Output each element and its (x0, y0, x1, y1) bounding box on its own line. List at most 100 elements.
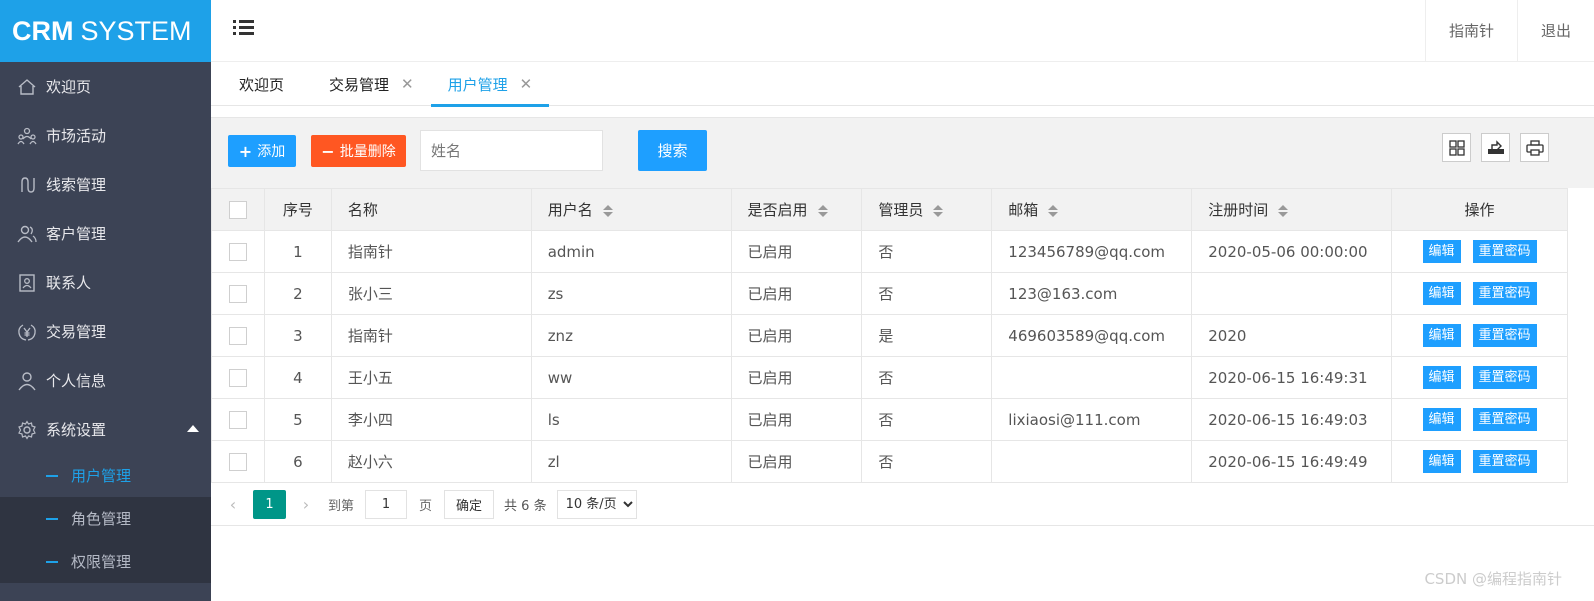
sidebar-item-label: 市场活动 (46, 127, 107, 145)
row-checkbox[interactable] (228, 326, 247, 345)
row-select-cell (211, 314, 265, 357)
row-checkbox[interactable] (228, 368, 247, 387)
top-header: 指南针 退出 (211, 0, 1594, 62)
cell-name: 李小四 (330, 398, 532, 441)
goto-confirm-button[interactable]: 确定 (444, 489, 495, 519)
header-label: 是否启用 (747, 201, 808, 219)
header-username[interactable]: 用户名 (530, 188, 732, 231)
table-row: 3 指南针 znz 已启用是 469603589@qq.com 2020 编辑 重置密码 (211, 314, 1568, 357)
header-reg-time[interactable]: 注册时间 (1191, 188, 1393, 231)
tab-user-management[interactable]: 用户管理 ✕ (430, 62, 550, 107)
cell-reg-time: 2020 (1191, 314, 1393, 357)
cell-actions: 编辑 重置密码 (1391, 398, 1568, 441)
sort-icon[interactable] (933, 204, 944, 217)
reset-password-button[interactable]: 重置密码 (1472, 240, 1537, 263)
cell-email: lixiaosi@111.com (991, 398, 1193, 441)
current-page-button[interactable]: 1 (253, 489, 286, 519)
batch-delete-button[interactable]: − 批量删除 (311, 135, 406, 167)
close-icon[interactable]: ✕ (520, 75, 533, 93)
add-button[interactable]: + 添加 (228, 135, 296, 167)
cell-username: znz (530, 314, 732, 357)
pagination: ‹ 1 › 到第 页 确定 共 6 条 10 条/页 (211, 482, 637, 526)
app-logo[interactable]: CRM SYSTEM (0, 0, 211, 62)
logout-link[interactable]: 退出 (1516, 0, 1594, 61)
sidebar-item-label: 客户管理 (46, 225, 107, 243)
row-checkbox[interactable] (228, 452, 247, 471)
goto-page-input[interactable] (365, 489, 408, 519)
sidebar-subitem-user-management[interactable]: 用户管理 (0, 454, 211, 497)
sidebar-subitem-role-management[interactable]: 角色管理 (0, 497, 211, 540)
menu-toggle-icon[interactable] (233, 19, 254, 37)
sidebar-subitem-label: 用户管理 (71, 467, 132, 485)
sort-icon[interactable] (817, 204, 828, 217)
sidebar-item-contacts[interactable]: 联系人 (0, 258, 211, 307)
edit-button[interactable]: 编辑 (1422, 366, 1461, 389)
sidebar-item-customers[interactable]: 客户管理 (0, 209, 211, 258)
dash-icon (46, 560, 58, 563)
tab-welcome[interactable]: 欢迎页 (211, 62, 312, 106)
next-page-icon[interactable]: › (296, 495, 316, 514)
header-label: 注册时间 (1208, 201, 1269, 219)
search-button[interactable]: 搜索 (638, 130, 707, 171)
cell-num: 5 (263, 398, 332, 441)
select-all-checkbox[interactable] (228, 200, 247, 219)
sidebar-subitem-permission-management[interactable]: 权限管理 (0, 540, 211, 583)
home-icon (16, 76, 38, 98)
reset-password-button[interactable]: 重置密码 (1472, 282, 1537, 305)
sidebar-item-deals[interactable]: 交易管理 (0, 307, 211, 356)
sidebar-item-label: 线索管理 (46, 176, 107, 194)
reset-password-button[interactable]: 重置密码 (1472, 324, 1537, 347)
cell-name: 指南针 (330, 230, 532, 273)
edit-button[interactable]: 编辑 (1422, 282, 1461, 305)
tab-label: 交易管理 (329, 75, 390, 94)
header-admin[interactable]: 管理员 (861, 188, 993, 231)
row-checkbox[interactable] (228, 410, 247, 429)
cell-email: 469603589@qq.com (991, 314, 1193, 357)
sidebar-item-settings[interactable]: 系统设置 (0, 405, 211, 454)
row-checkbox[interactable] (228, 284, 247, 303)
sidebar-item-welcome[interactable]: 欢迎页 (0, 62, 211, 111)
current-user-link[interactable]: 指南针 (1424, 0, 1517, 61)
table-row: 5 李小四 ls 已启用否 lixiaosi@111.com 2020-06-15 16:… (211, 398, 1568, 441)
cell-name: 赵小六 (330, 440, 532, 483)
tab-deals[interactable]: 交易管理 ✕ (312, 62, 431, 106)
cell-admin: 是 (861, 314, 993, 357)
main-content: + 添加 − 批量删除 搜索 序号 名称 用户名 是否启用 管理员 (211, 117, 1594, 526)
export-icon[interactable] (1481, 133, 1510, 162)
cell-enabled: 已启用 (730, 230, 863, 273)
reset-password-button[interactable]: 重置密码 (1472, 408, 1537, 431)
gear-icon (16, 419, 38, 441)
dash-icon (46, 474, 58, 477)
connection-icon (16, 174, 38, 196)
edit-button[interactable]: 编辑 (1422, 450, 1461, 473)
close-icon[interactable]: ✕ (401, 75, 414, 93)
edit-button[interactable]: 编辑 (1422, 240, 1461, 263)
reset-password-button[interactable]: 重置密码 (1472, 450, 1537, 473)
edit-button[interactable]: 编辑 (1422, 408, 1461, 431)
cell-username: zl (530, 440, 732, 483)
dash-icon (46, 517, 58, 520)
page-unit-label: 页 (419, 498, 433, 514)
sort-icon[interactable] (602, 204, 613, 217)
sidebar-subitem-label: 角色管理 (71, 510, 132, 528)
edit-button[interactable]: 编辑 (1422, 324, 1461, 347)
cell-num: 3 (263, 314, 332, 357)
user-icon (16, 370, 38, 392)
header-email[interactable]: 邮箱 (991, 188, 1193, 231)
sidebar-item-leads[interactable]: 线索管理 (0, 160, 211, 209)
sort-icon[interactable] (1278, 204, 1289, 217)
columns-filter-icon[interactable] (1442, 133, 1471, 162)
reset-password-button[interactable]: 重置密码 (1472, 366, 1537, 389)
header-num: 序号 (263, 188, 332, 231)
header-enabled[interactable]: 是否启用 (730, 188, 863, 231)
page-size-select[interactable]: 10 条/页 (556, 489, 637, 519)
row-checkbox[interactable] (228, 242, 247, 261)
table-row: 2 张小三 zs 已启用否 123@163.com 编辑 重置密码 (211, 272, 1568, 315)
sidebar-item-marketing[interactable]: 市场活动 (0, 111, 211, 160)
sort-icon[interactable] (1048, 204, 1059, 217)
print-icon[interactable] (1520, 133, 1549, 162)
prev-page-icon[interactable]: ‹ (223, 495, 243, 514)
sidebar: CRM SYSTEM 欢迎页 市场活动 线索管理 客户管理 联系人 交易管理 个… (0, 0, 211, 601)
sidebar-item-profile[interactable]: 个人信息 (0, 356, 211, 405)
name-search-input[interactable] (420, 130, 603, 171)
